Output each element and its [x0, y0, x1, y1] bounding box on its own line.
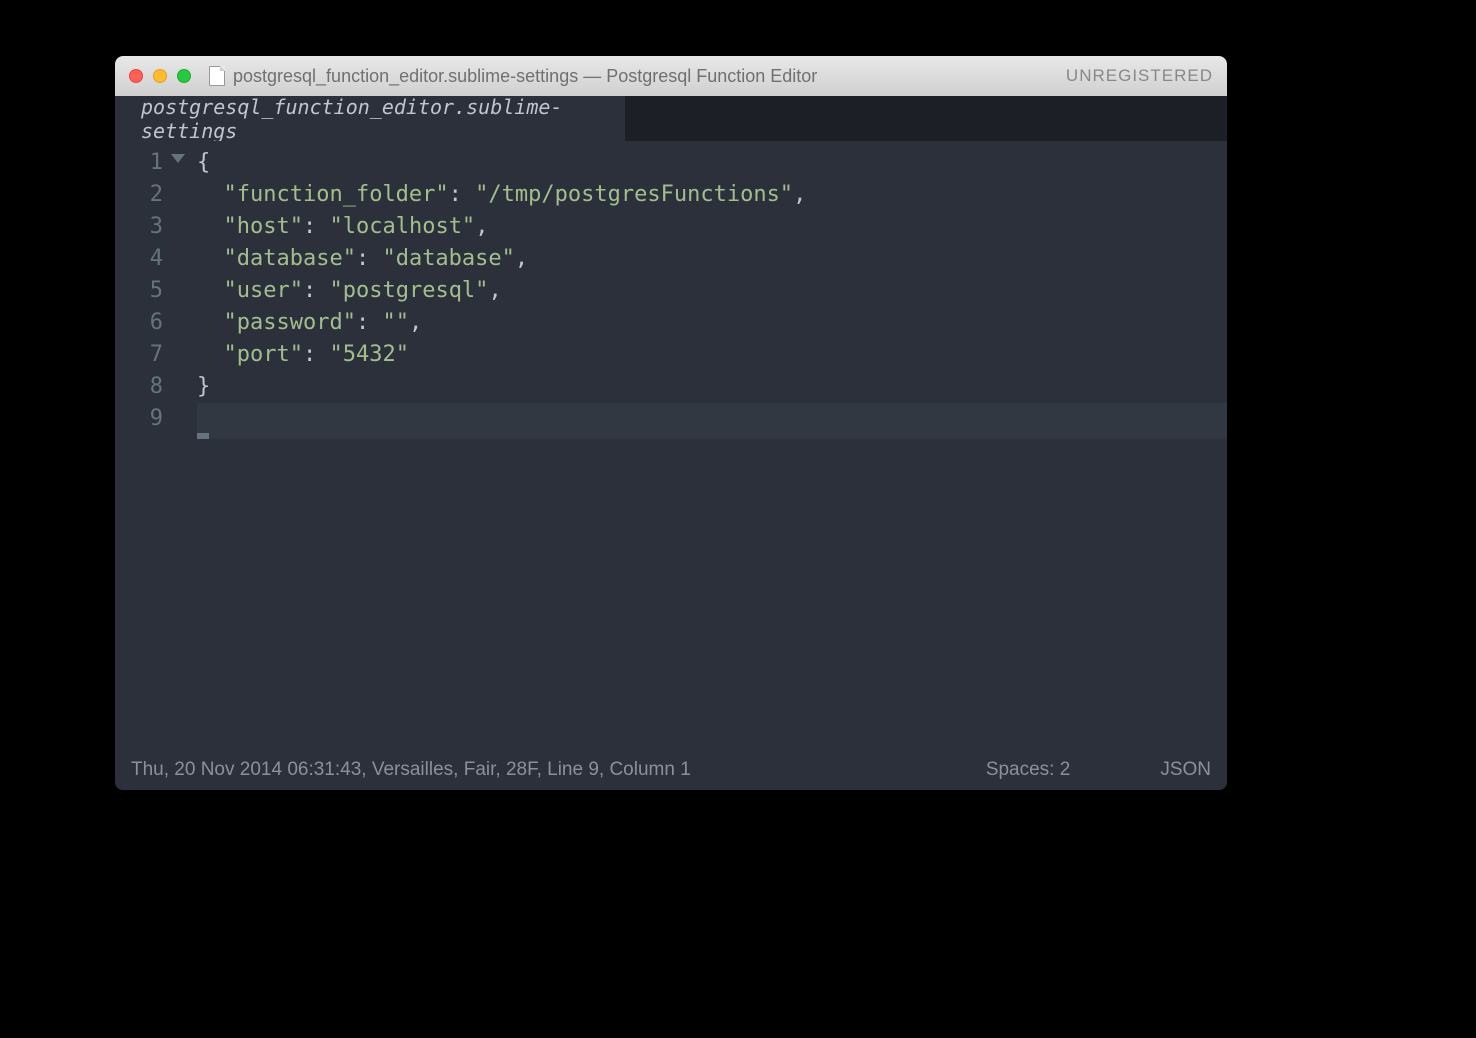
unregistered-badge: UNREGISTERED — [1066, 66, 1213, 86]
maximize-button[interactable] — [177, 69, 191, 83]
line-number: 6 — [115, 307, 189, 339]
tabbar: postgresql_function_editor.sublime-setti… — [115, 96, 1227, 141]
line-number: 7 — [115, 339, 189, 371]
code-line[interactable]: "user": "postgresql", — [197, 275, 1227, 307]
tab-active[interactable]: postgresql_function_editor.sublime-setti… — [115, 96, 625, 141]
line-number: 1 — [115, 147, 189, 179]
cursor — [197, 433, 209, 439]
line-number: 3 — [115, 211, 189, 243]
fold-icon[interactable] — [171, 154, 185, 163]
code-line[interactable]: { — [197, 147, 1227, 179]
code-content[interactable]: { "function_folder": "/tmp/postgresFunct… — [197, 141, 1227, 750]
statusbar: Thu, 20 Nov 2014 06:31:43, Versailles, F… — [115, 750, 1227, 790]
code-line[interactable]: "host": "localhost", — [197, 211, 1227, 243]
code-line[interactable] — [197, 403, 1227, 439]
gutter: 123456789 — [115, 141, 197, 750]
line-number: 2 — [115, 179, 189, 211]
line-number: 9 — [115, 403, 189, 435]
minimize-button[interactable] — [153, 69, 167, 83]
titlebar[interactable]: postgresql_function_editor.sublime-setti… — [115, 56, 1227, 96]
editor-window: postgresql_function_editor.sublime-setti… — [115, 56, 1227, 790]
line-number: 4 — [115, 243, 189, 275]
code-line[interactable]: "port": "5432" — [197, 339, 1227, 371]
close-button[interactable] — [129, 69, 143, 83]
status-indent[interactable]: Spaces: 2 — [986, 759, 1071, 781]
code-line[interactable]: "password": "", — [197, 307, 1227, 339]
code-line[interactable]: } — [197, 371, 1227, 403]
editor-area[interactable]: 123456789 { "function_folder": "/tmp/pos… — [115, 141, 1227, 750]
traffic-lights — [129, 69, 191, 83]
status-info: Thu, 20 Nov 2014 06:31:43, Versailles, F… — [131, 759, 986, 781]
code-line[interactable]: "function_folder": "/tmp/postgresFunctio… — [197, 179, 1227, 211]
code-line[interactable]: "database": "database", — [197, 243, 1227, 275]
line-number: 5 — [115, 275, 189, 307]
status-syntax[interactable]: JSON — [1160, 759, 1211, 781]
window-title: postgresql_function_editor.sublime-setti… — [233, 66, 817, 87]
tab-label: postgresql_function_editor.sublime-setti… — [141, 95, 599, 143]
line-number: 8 — [115, 371, 189, 403]
file-icon — [209, 66, 225, 86]
